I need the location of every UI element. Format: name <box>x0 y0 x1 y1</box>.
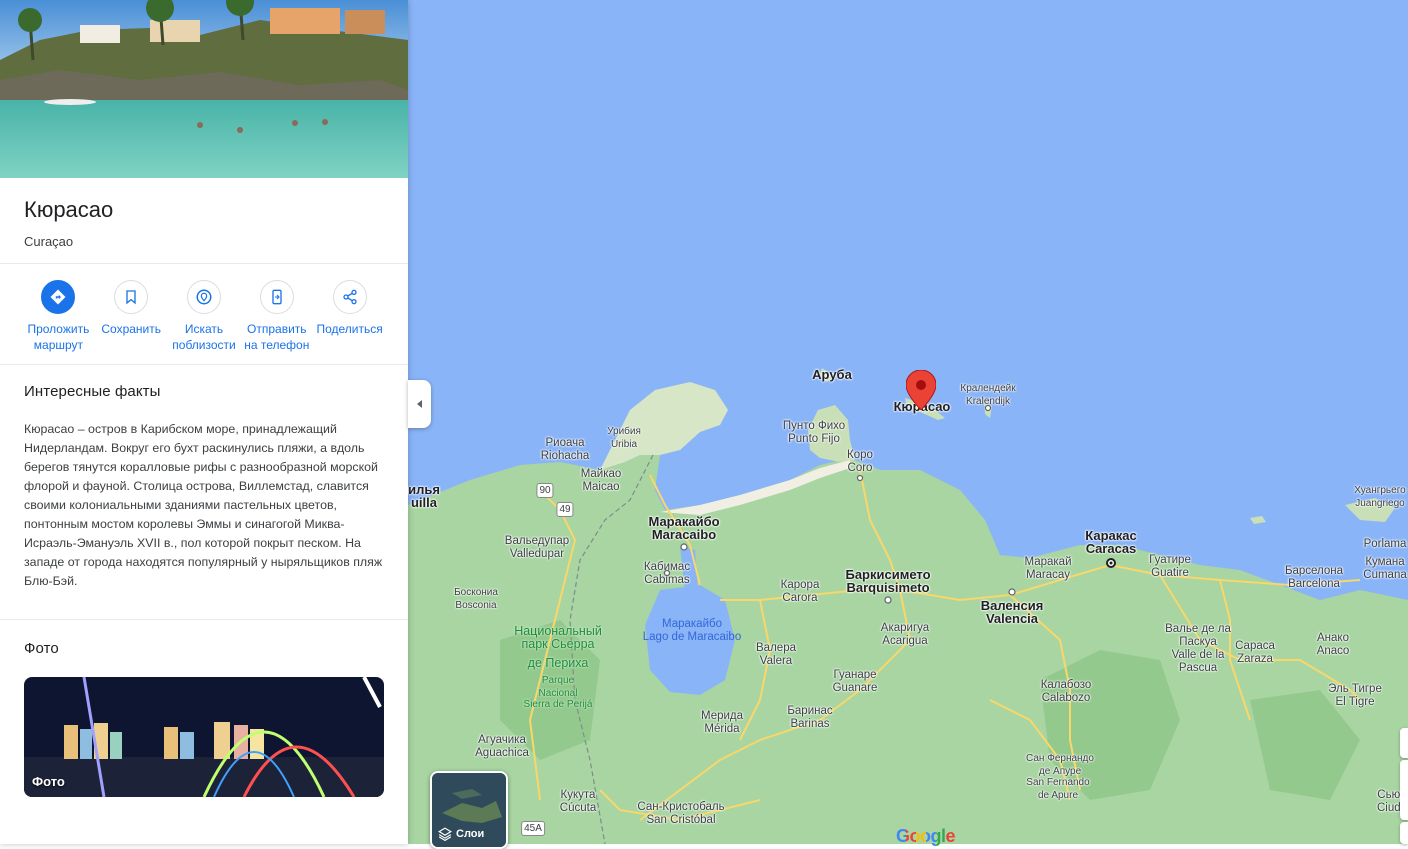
place-title: Кюрасао <box>24 197 114 222</box>
facts-section: Интересные факты Кюрасао – остров в Кари… <box>0 365 408 620</box>
zoom-control[interactable] <box>1400 760 1408 820</box>
bookmark-icon <box>126 290 136 305</box>
directions-label: Проложить маршрут <box>27 322 90 352</box>
collapse-panel-button[interactable] <box>408 380 431 428</box>
location-pin-icon[interactable] <box>905 369 937 415</box>
directions-button[interactable]: Проложить маршрут <box>22 280 95 354</box>
chevron-left-icon <box>416 400 422 408</box>
action-bar: Проложить маршрут Сохранить Искать побли… <box>0 264 408 365</box>
save-button[interactable]: Сохранить <box>95 280 168 354</box>
photo-card[interactable]: Фото <box>24 677 384 797</box>
map-control-button[interactable] <box>1400 728 1408 758</box>
layers-button[interactable]: Слои <box>430 771 508 849</box>
place-panel: Кюрасао Curaçao Проложить маршрут Сохран… <box>0 0 408 844</box>
hero-image <box>0 0 408 178</box>
share-icon <box>342 289 357 305</box>
map-control-button[interactable] <box>1400 822 1408 844</box>
nearby-button[interactable]: Искать поблизости <box>168 280 241 354</box>
send-to-phone-button[interactable]: Отправить на телефон <box>240 280 313 354</box>
place-header: Кюрасао Curaçao <box>0 178 408 264</box>
nearby-label: Искать поблизости <box>172 322 236 352</box>
send-to-phone-icon <box>272 289 282 305</box>
photos-section: Фото Фото <box>0 620 408 817</box>
photos-title: Фото <box>24 640 59 657</box>
photo-card-label: Фото <box>32 774 65 789</box>
send-to-phone-label: Отправить на телефон <box>244 322 310 352</box>
save-label: Сохранить <box>101 322 162 336</box>
place-subtitle: Curaçao <box>24 234 74 249</box>
facts-title: Интересные факты <box>24 383 161 400</box>
layers-label: Слои <box>438 827 484 841</box>
photo-thumbnail <box>24 677 384 797</box>
facts-text: Кюрасао – остров в Карибском море, прина… <box>24 422 383 588</box>
share-label: Поделиться <box>316 322 383 336</box>
share-button[interactable]: Поделиться <box>313 280 386 354</box>
directions-icon <box>50 289 66 305</box>
hero-photo[interactable] <box>0 0 408 178</box>
layers-icon <box>438 827 452 841</box>
nearby-icon <box>196 289 212 305</box>
